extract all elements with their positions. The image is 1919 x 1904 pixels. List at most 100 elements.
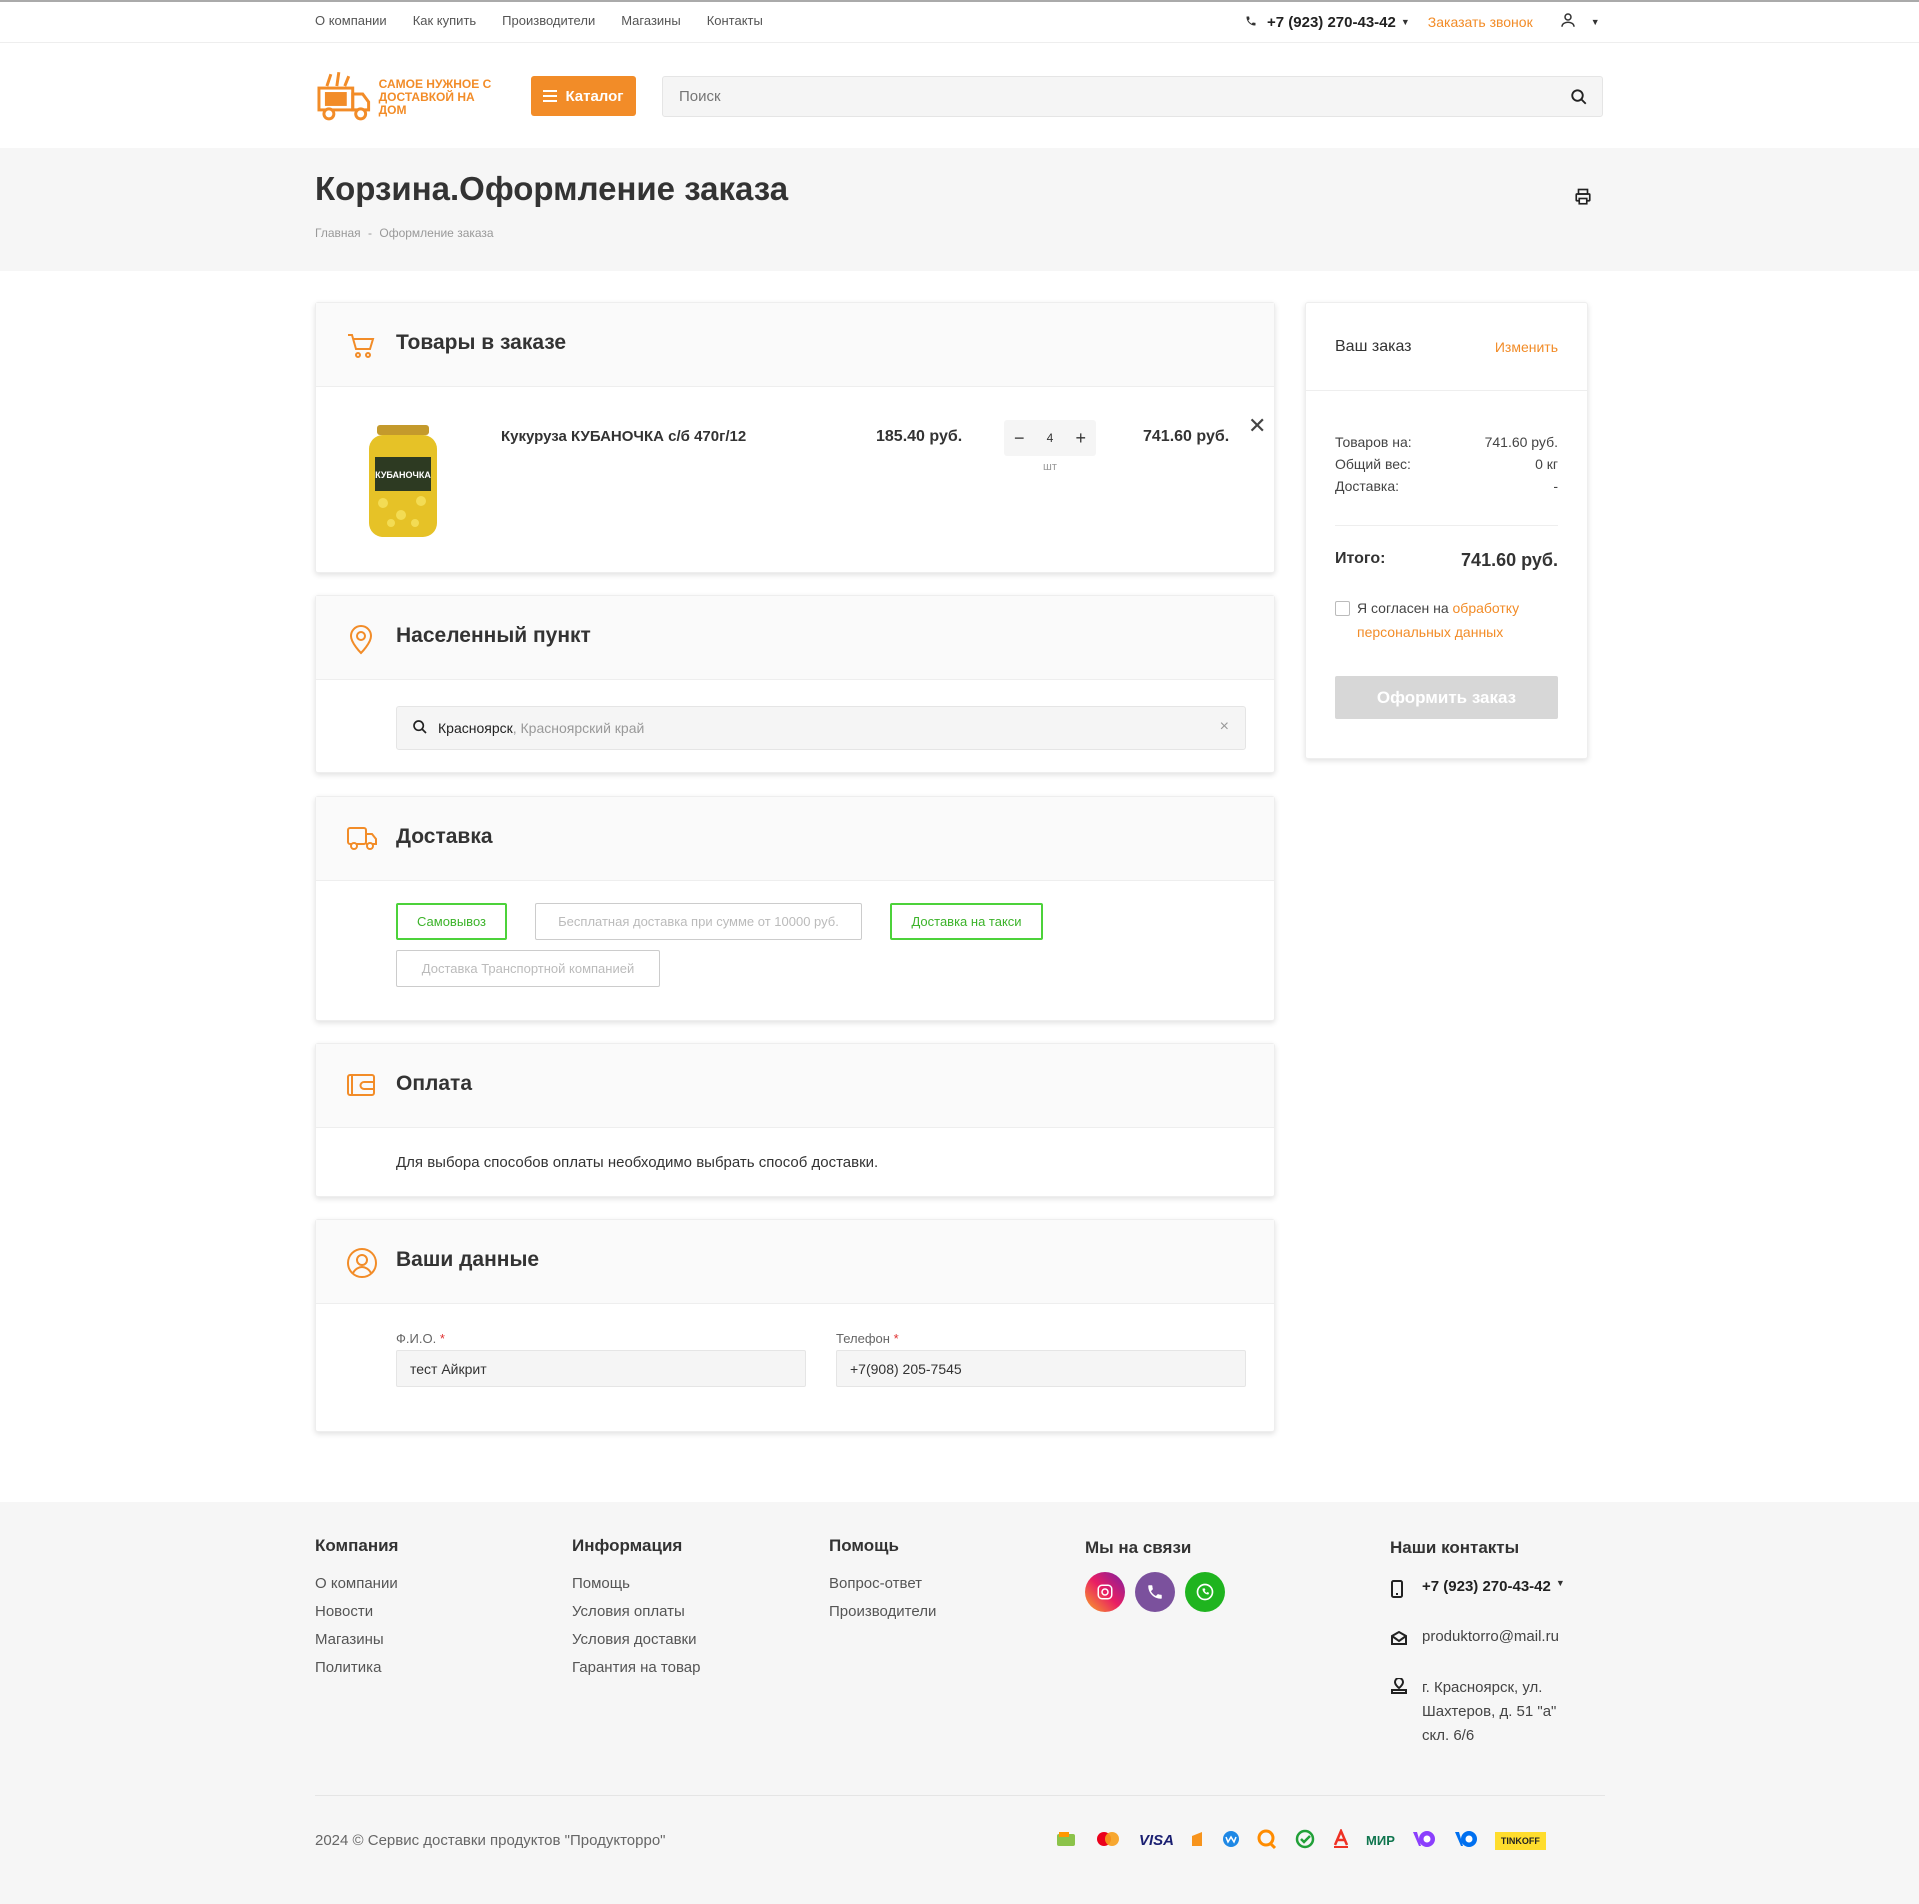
user-data-card: Ваши данные Ф.И.О. * тест Айкрит Телефон…: [315, 1219, 1275, 1432]
footer-phone-dropdown-icon[interactable]: ▼: [1556, 1578, 1565, 1588]
phone-field[interactable]: +7(908) 205-7545: [836, 1350, 1246, 1387]
truck-icon: [346, 824, 378, 857]
name-field[interactable]: тест Айкрит: [396, 1350, 806, 1387]
item-price: 185.40 руб.: [876, 428, 963, 445]
quantity-unit: шт: [1043, 461, 1057, 473]
payment-card-title: Оплата: [396, 1072, 473, 1095]
delivery-option-transport[interactable]: Доставка Транспортной компанией: [396, 950, 660, 987]
logo[interactable]: САМОЕ НУЖНОЕ С ДОСТАВКОЙ НА ДОМ: [315, 69, 505, 125]
footer-link-warranty[interactable]: Гарантия на товар: [572, 1654, 700, 1682]
product-image[interactable]: КУБАНОЧКА: [361, 423, 445, 541]
footer-link-help[interactable]: Помощь: [572, 1570, 700, 1598]
consent-checkbox[interactable]: [1335, 601, 1350, 616]
topnav-how-to-buy[interactable]: Как купить: [413, 13, 476, 28]
viber-icon[interactable]: [1135, 1572, 1175, 1612]
footer-contacts-title: Наши контакты: [1390, 1538, 1520, 1557]
quantity-stepper: − 4 +: [1004, 420, 1096, 456]
instagram-icon[interactable]: [1085, 1572, 1125, 1612]
callback-link[interactable]: Заказать звонок: [1428, 14, 1533, 30]
footer-info-title: Информация: [572, 1536, 683, 1555]
user-icon[interactable]: [1559, 11, 1577, 33]
top-nav: О компании Как купить Производители Мага…: [315, 13, 763, 28]
name-label: Ф.И.О. *: [396, 1331, 445, 1346]
topnav-contacts[interactable]: Контакты: [707, 13, 763, 28]
quantity-value[interactable]: 4: [1047, 431, 1054, 445]
summary-weight-row: Общий вес: 0 кг: [1335, 456, 1558, 472]
whatsapp-icon[interactable]: [1185, 1572, 1225, 1612]
footer-divider: [315, 1795, 1605, 1796]
user-dropdown-icon[interactable]: ▼: [1591, 17, 1600, 27]
total-value: 741.60 руб.: [1461, 550, 1558, 570]
tinkoff-icon: TINKOFF: [1494, 1831, 1546, 1850]
footer-phone-row: +7 (923) 270-43-42 ▼: [1390, 1578, 1565, 1602]
footer-link-delivery-terms[interactable]: Условия доставки: [572, 1626, 700, 1654]
delivery-option-taxi[interactable]: Доставка на такси: [890, 903, 1043, 940]
alfabank-icon: [1332, 1827, 1350, 1852]
city-card-title: Населенный пункт: [396, 624, 591, 647]
footer-social-title: Мы на связи: [1085, 1538, 1192, 1557]
items-card: Товары в заказе КУБАНОЧКА Кукуруза КУБАН…: [315, 302, 1275, 573]
mail-icon: [1390, 1628, 1422, 1650]
header-phone[interactable]: +7 (923) 270-43-42: [1267, 14, 1396, 31]
logo-text: САМОЕ НУЖНОЕ С ДОСТАВКОЙ НА ДОМ: [378, 77, 505, 117]
total-label: Итого:: [1335, 550, 1386, 567]
name-label-text: Ф.И.О.: [396, 1331, 437, 1346]
clear-city-icon[interactable]: ×: [1220, 718, 1229, 736]
phone-icon: [1245, 14, 1257, 31]
topnav-about[interactable]: О компании: [315, 13, 387, 28]
summary-title: Ваш заказ: [1335, 338, 1412, 355]
city-region: , Красноярский край: [512, 720, 645, 736]
breadcrumb-home[interactable]: Главная: [315, 226, 361, 240]
logo-truck-icon: [317, 71, 371, 121]
remove-item-icon[interactable]: ✕: [1248, 413, 1266, 439]
catalog-button[interactable]: Каталог: [531, 76, 636, 116]
delivery-value: -: [1553, 478, 1558, 494]
address-pin-icon: [1390, 1676, 1422, 1702]
city-input[interactable]: Красноярск , Красноярский край ×: [396, 706, 1246, 750]
change-order-link[interactable]: Изменить: [1495, 339, 1558, 355]
footer-company-title: Компания: [315, 1536, 399, 1555]
logo-text-line-2: ДОСТАВКОЙ НА ДОМ: [378, 89, 475, 117]
breadcrumb-separator: -: [368, 226, 373, 240]
footer-company-column: Компания О компании Новости Магазины Пол…: [315, 1536, 398, 1682]
delivery-card-title: Доставка: [396, 825, 493, 848]
footer-link-faq[interactable]: Вопрос-ответ: [829, 1570, 936, 1598]
footer-link-news[interactable]: Новости: [315, 1598, 398, 1626]
footer-link-policy[interactable]: Политика: [315, 1654, 398, 1682]
required-mark: *: [893, 1331, 899, 1346]
location-pin-icon: [346, 623, 376, 660]
delivery-option-free[interactable]: Бесплатная доставка при сумме от 10000 р…: [535, 903, 862, 940]
address-line-3: скл. 6/6: [1422, 1727, 1475, 1744]
breadcrumb: Главная - Оформление заказа: [315, 226, 494, 240]
print-icon[interactable]: [1574, 188, 1592, 211]
footer-link-manufacturers[interactable]: Производители: [829, 1598, 936, 1626]
footer-link-shops[interactable]: Магазины: [315, 1626, 398, 1654]
topnav-shops[interactable]: Магазины: [621, 13, 681, 28]
search-icon[interactable]: [1570, 88, 1588, 111]
summary-total-row: Итого: 741.60 руб.: [1335, 550, 1558, 571]
item-name[interactable]: Кукуруза КУБАНОЧКА с/б 470г/12: [501, 428, 746, 445]
item-total: 741.60 руб.: [1143, 428, 1230, 445]
top-right: +7 (923) 270-43-42 ▼ Заказать звонок ▼: [1245, 11, 1600, 33]
place-order-button[interactable]: Оформить заказ: [1335, 676, 1558, 719]
goods-label: Товаров на:: [1335, 434, 1412, 450]
payment-card: Оплата Для выбора способов оплаты необхо…: [315, 1043, 1275, 1197]
footer-phone[interactable]: +7 (923) 270-43-42: [1422, 1578, 1551, 1595]
search-input[interactable]: [663, 77, 1543, 116]
phone-dropdown-icon[interactable]: ▼: [1401, 17, 1410, 27]
increase-button[interactable]: +: [1075, 428, 1086, 449]
top-bar: О компании Как купить Производители Мага…: [0, 0, 1919, 43]
delivery-option-pickup[interactable]: Самовывоз: [396, 903, 507, 940]
decrease-button[interactable]: −: [1014, 428, 1025, 449]
yandex-money-icon: [1190, 1830, 1206, 1851]
menu-icon: [543, 90, 558, 102]
footer-link-payment-terms[interactable]: Условия оплаты: [572, 1598, 700, 1626]
page-title: Корзина.Оформление заказа: [315, 170, 789, 207]
delivery-card-header: Доставка: [316, 797, 1274, 881]
footer-email[interactable]: produktorro@mail.ru: [1422, 1628, 1559, 1645]
footer-link-about[interactable]: О компании: [315, 1570, 398, 1598]
search-icon: [412, 719, 428, 738]
topnav-manufacturers[interactable]: Производители: [502, 13, 595, 28]
footer-contacts-column: Наши контакты +7 (923) 270-43-42 ▼ produ…: [1390, 1538, 1565, 1766]
wallet-pay-icon: [1055, 1831, 1077, 1850]
